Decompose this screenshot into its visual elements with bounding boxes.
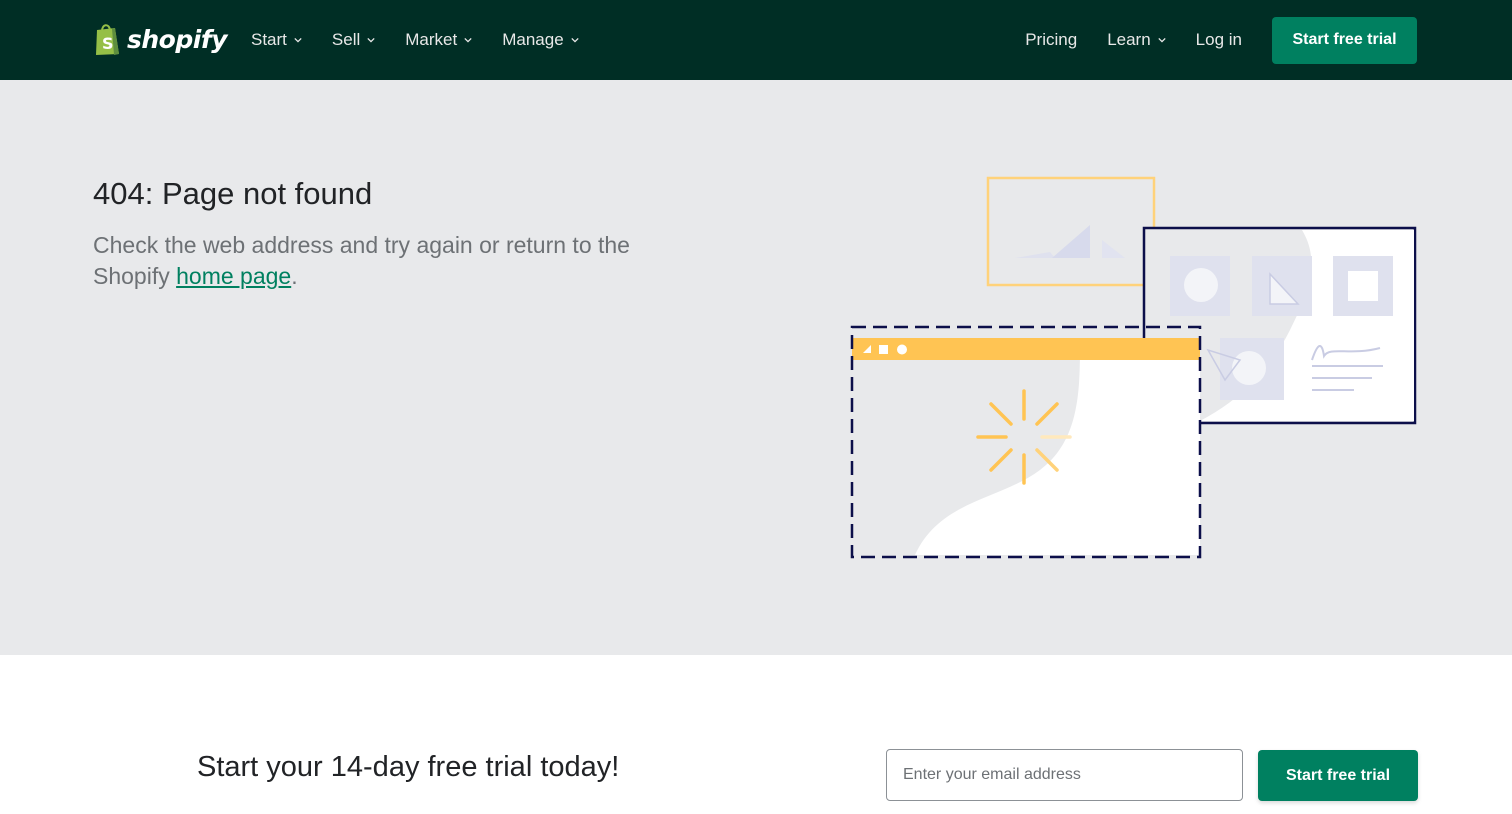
nav-start[interactable]: Start <box>251 30 302 50</box>
nav-learn[interactable]: Learn <box>1107 30 1166 50</box>
nav-sell[interactable]: Sell <box>332 30 375 50</box>
nav-login[interactable]: Log in <box>1196 30 1242 50</box>
email-input[interactable] <box>886 749 1243 801</box>
nav-login-label: Log in <box>1195 30 1242 49</box>
primary-nav: Start Sell Market Manage <box>251 0 609 80</box>
shopify-bag-icon: S <box>96 24 119 55</box>
broken-page-illustration <box>850 176 1417 559</box>
site-header: S shopify Start Sell Market Manage Prici… <box>0 0 1512 80</box>
shopify-logo[interactable]: S shopify <box>93 20 228 58</box>
header-start-trial-button[interactable]: Start free trial <box>1272 16 1417 64</box>
nav-pricing-label: Pricing <box>1025 30 1078 49</box>
chevron-down-icon <box>464 37 472 43</box>
nav-manage-label: Manage <box>502 30 564 49</box>
page-title: 404: Page not found <box>93 176 373 211</box>
nav-market-label: Market <box>405 30 458 49</box>
secondary-nav: Pricing Learn Log in Start free trial <box>1025 0 1417 80</box>
error-message-period: . <box>291 263 298 289</box>
nav-start-label: Start <box>251 30 287 49</box>
chevron-down-icon <box>1158 37 1166 43</box>
brand-wordmark: shopify <box>127 24 228 54</box>
chevron-down-icon <box>294 37 302 43</box>
error-hero: 404: Page not found Check the web addres… <box>0 80 1512 655</box>
nav-sell-label: Sell <box>331 30 361 49</box>
nav-learn-label: Learn <box>1107 30 1151 49</box>
nav-market[interactable]: Market <box>405 30 472 50</box>
trial-heading: Start your 14-day free trial today! <box>197 751 620 783</box>
trial-signup-section: Start your 14-day free trial today! Star… <box>0 655 1512 814</box>
error-message: Check the web address and try again or r… <box>93 230 693 292</box>
home-page-link[interactable]: home page <box>176 263 291 289</box>
chevron-down-icon <box>367 37 375 43</box>
start-trial-button[interactable]: Start free trial <box>1258 750 1418 801</box>
error-message-text: Check the web address and try again or r… <box>93 232 630 289</box>
chevron-down-icon <box>571 37 579 43</box>
svg-text:S: S <box>102 34 114 53</box>
loading-spinner-icon <box>976 389 1072 485</box>
nav-manage[interactable]: Manage <box>502 30 579 50</box>
nav-pricing[interactable]: Pricing <box>1025 30 1077 50</box>
